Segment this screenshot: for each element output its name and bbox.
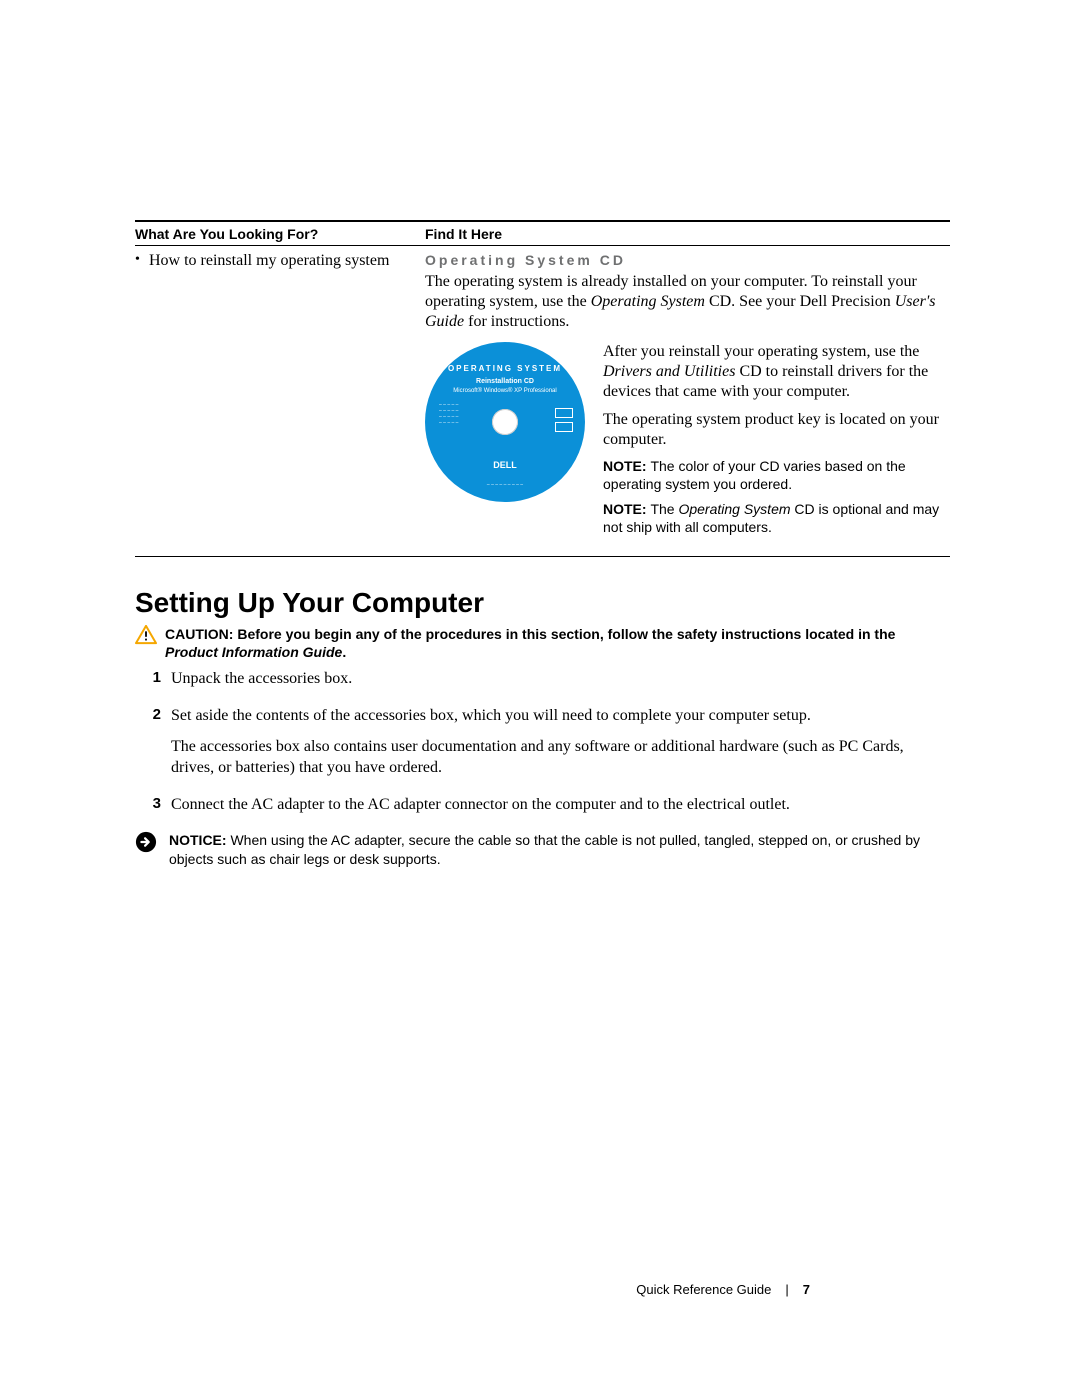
text-fragment: CD. See your Dell Precision <box>705 293 895 310</box>
text-fragment: Before you begin any of the procedures i… <box>237 626 895 642</box>
notice-arrow-icon <box>135 831 157 853</box>
caution-label: CAUTION: <box>165 626 237 642</box>
italic-os2: Operating System <box>678 501 790 517</box>
italic-drivers-utilities: Drivers and Utilities <box>603 363 735 380</box>
notice-label: NOTICE: <box>169 832 230 848</box>
step-number: 2 <box>135 706 171 723</box>
text-fragment: When using the AC adapter, secure the ca… <box>169 832 920 866</box>
table-cell-left: How to reinstall my operating system <box>135 252 425 544</box>
section-title-os-cd: Operating System CD <box>425 252 950 272</box>
cd-image: OPERATING SYSTEM Reinstallation CD Micro… <box>425 342 585 502</box>
step-body: Unpack the accessories box. <box>171 669 352 700</box>
cd-box2 <box>555 422 573 432</box>
note-label: NOTE: <box>603 458 650 474</box>
step-number: 1 <box>135 669 171 686</box>
cd-sub2: Microsoft® Windows® XP Professional <box>425 388 585 394</box>
text-fragment: The <box>650 501 678 517</box>
note-cd-color: NOTE: The color of your CD varies based … <box>603 458 950 493</box>
text-fragment: for instructions. <box>464 313 569 330</box>
side-paragraph-1: After you reinstall your operating syste… <box>603 342 950 402</box>
step-text: The accessories box also contains user d… <box>171 737 950 779</box>
cd-box1 <box>555 408 573 418</box>
col-header-left: What Are You Looking For? <box>135 226 425 242</box>
step-1: 1 Unpack the accessories box. <box>135 669 950 700</box>
step-body: Connect the AC adapter to the AC adapter… <box>171 795 790 826</box>
notice-block: NOTICE: When using the AC adapter, secur… <box>135 831 950 867</box>
cd-image-wrap: OPERATING SYSTEM Reinstallation CD Micro… <box>425 342 601 544</box>
page-footer: Quick Reference Guide | 7 <box>0 1282 1080 1297</box>
italic-pig: Product Information Guide <box>165 644 342 660</box>
notice-text: NOTICE: When using the AC adapter, secur… <box>169 831 950 867</box>
os-cd-description: The operating system is already installe… <box>425 272 950 332</box>
side-text-column: After you reinstall your operating syste… <box>601 342 950 544</box>
side-paragraph-2: The operating system product key is loca… <box>603 410 950 450</box>
step-text: Unpack the accessories box. <box>171 669 352 690</box>
footer-divider: | <box>771 1282 802 1297</box>
lookup-table: What Are You Looking For? Find It Here <box>135 220 950 246</box>
cd-hole <box>492 409 518 435</box>
step-number: 3 <box>135 795 171 812</box>
note-optional-cd: NOTE: The Operating System CD is optiona… <box>603 501 950 536</box>
cd-foot: – – – – – – – – – <box>425 482 585 488</box>
page-title: Setting Up Your Computer <box>135 587 950 619</box>
table-header-row: What Are You Looking For? Find It Here <box>135 222 950 245</box>
step-3: 3 Connect the AC adapter to the AC adapt… <box>135 795 950 826</box>
footer-title: Quick Reference Guide <box>636 1282 771 1297</box>
caution-text: CAUTION: Before you begin any of the pro… <box>165 625 950 661</box>
cd-sub: Reinstallation CD <box>425 378 585 385</box>
page-number: 7 <box>803 1282 810 1297</box>
cd-title: OPERATING SYSTEM <box>425 364 585 373</box>
step-text: Set aside the contents of the accessorie… <box>171 706 950 727</box>
bullet-reinstall-os: How to reinstall my operating system <box>135 252 425 270</box>
table-cell-right: Operating System CD The operating system… <box>425 252 950 544</box>
text-fragment: . <box>342 644 346 660</box>
italic-os: Operating System <box>591 293 705 310</box>
col-header-right: Find It Here <box>425 226 950 242</box>
step-2: 2 Set aside the contents of the accessor… <box>135 706 950 788</box>
text-fragment: After you reinstall your operating syste… <box>603 343 919 360</box>
step-text: Connect the AC adapter to the AC adapter… <box>171 795 790 816</box>
table-row: How to reinstall my operating system Ope… <box>135 246 950 557</box>
caution-triangle-icon <box>135 625 157 645</box>
cd-disc-icon: OPERATING SYSTEM Reinstallation CD Micro… <box>425 342 585 502</box>
step-body: Set aside the contents of the accessorie… <box>171 706 950 788</box>
document-page: What Are You Looking For? Find It Here H… <box>0 0 1080 868</box>
caution-block: CAUTION: Before you begin any of the pro… <box>135 625 950 661</box>
cd-fine-print: – – – – –– – – – –– – – – –– – – – – <box>439 402 499 426</box>
cd-brand: DELL <box>425 460 585 470</box>
note-label: NOTE: <box>603 501 650 517</box>
